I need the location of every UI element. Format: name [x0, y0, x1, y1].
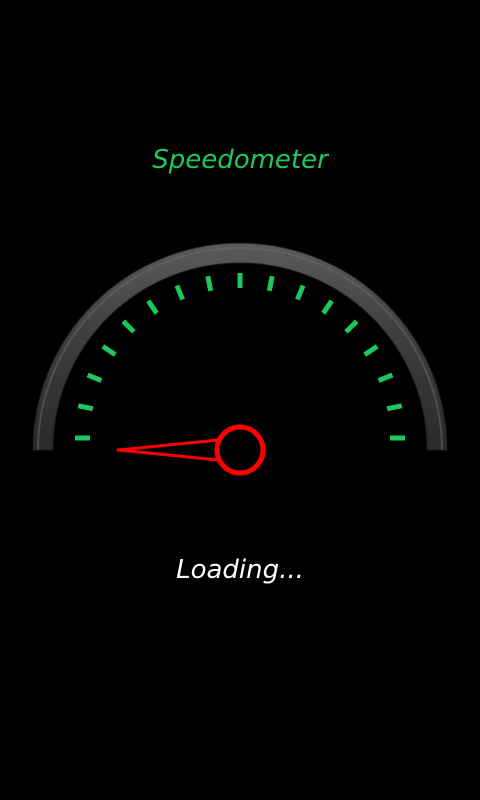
gauge-tick: [86, 372, 103, 383]
gauge-tick: [377, 372, 394, 383]
gauge-tick: [344, 319, 359, 334]
gauge-tick: [266, 275, 275, 292]
gauge-tick: [205, 275, 214, 292]
needle-hub: [214, 424, 266, 476]
gauge-tick: [363, 344, 379, 357]
gauge-tick: [146, 299, 159, 315]
gauge-tick: [101, 344, 117, 357]
needle-pointer: [116, 438, 220, 462]
gauge-needle: [116, 438, 220, 462]
gauge-tick: [386, 403, 403, 412]
gauge-tick: [295, 284, 306, 301]
gauge-tick: [174, 284, 185, 301]
speedometer-gauge: [32, 242, 448, 476]
gauge-tick: [77, 403, 94, 412]
gauge-tick: [121, 319, 136, 334]
gauge-tick: [321, 299, 334, 315]
loading-status: Loading...: [176, 555, 304, 585]
